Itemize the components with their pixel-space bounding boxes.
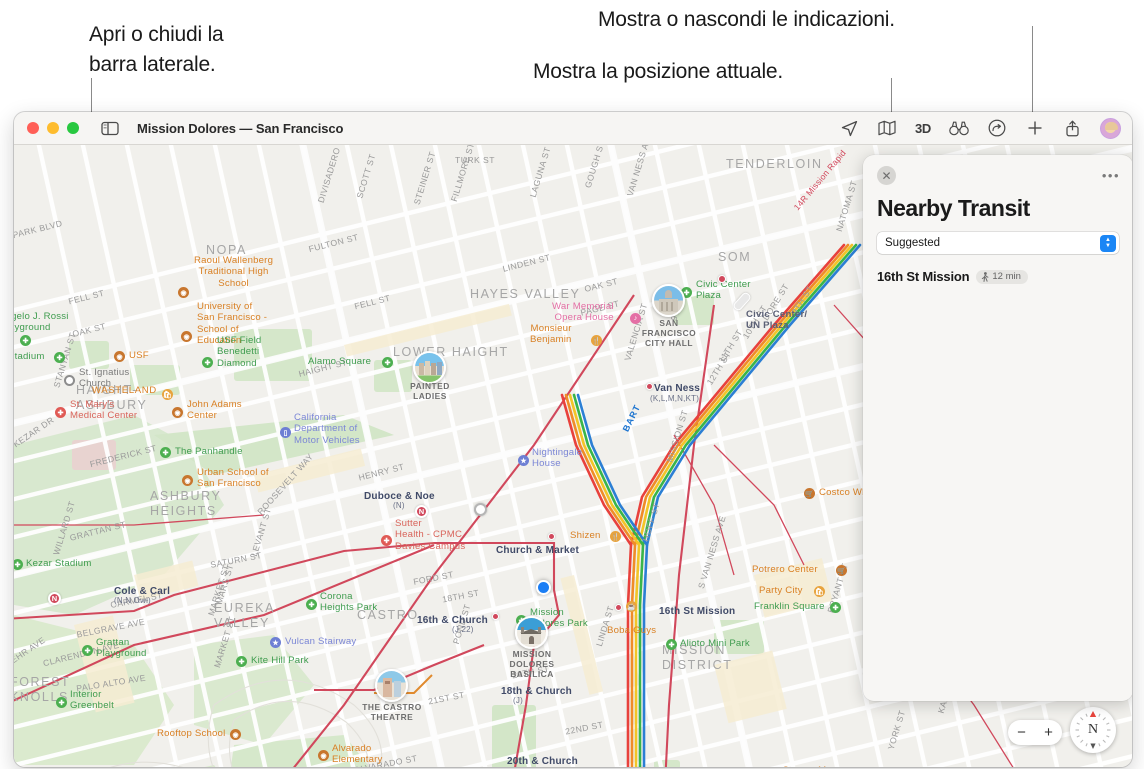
- landmark-icon[interactable]: ★: [270, 637, 281, 648]
- directions-button[interactable]: [986, 118, 1007, 139]
- restaurant-icon[interactable]: 🍴: [591, 335, 602, 346]
- callout-current-location: Mostra la posizione attuale.: [533, 60, 784, 83]
- theater-icon[interactable]: ♪: [630, 313, 641, 324]
- compass-north-needle: [1089, 711, 1097, 717]
- cafe-icon[interactable]: ☕: [626, 601, 637, 612]
- park-icon[interactable]: ✚: [20, 335, 31, 346]
- painted-ladies-icon[interactable]: [413, 351, 446, 384]
- transit-stop-marker[interactable]: [718, 275, 726, 283]
- park-icon[interactable]: ✚: [56, 697, 67, 708]
- park-icon[interactable]: ✚: [382, 357, 393, 368]
- transit-group-header: 16th St Mission 12 min: [877, 269, 1132, 284]
- account-avatar[interactable]: [1100, 117, 1121, 139]
- maps-window: Mission Dolores — San Francisco 3D TENDE…: [14, 112, 1132, 767]
- callout-leader-directions: [1032, 26, 1033, 122]
- park-icon[interactable]: ✚: [236, 656, 247, 667]
- zoom-in-button[interactable]: +: [1044, 724, 1053, 741]
- school-icon[interactable]: ◉: [230, 729, 241, 740]
- basilica-icon[interactable]: [515, 616, 548, 649]
- school-icon[interactable]: ◉: [318, 750, 329, 761]
- callout-directions: Mostra o nascondi le indicazioni.: [598, 8, 895, 31]
- government-icon[interactable]: ▯: [280, 427, 291, 438]
- church-icon[interactable]: [64, 375, 75, 386]
- city-hall-icon[interactable]: [652, 284, 685, 317]
- park-icon[interactable]: ✚: [54, 352, 65, 363]
- panel-header: ✕ •••: [863, 155, 1132, 193]
- current-location-dot: [536, 580, 551, 595]
- more-options-button[interactable]: •••: [1102, 168, 1120, 183]
- chevron-updown-icon[interactable]: ▲ ▼: [1100, 234, 1116, 252]
- park-icon[interactable]: ✚: [160, 447, 171, 458]
- close-window-button[interactable]: [27, 122, 39, 134]
- school-icon[interactable]: ◉: [182, 475, 193, 486]
- castro-theatre-icon[interactable]: [375, 669, 408, 702]
- panel-title: Nearby Transit: [877, 195, 1030, 221]
- window-titlebar: Mission Dolores — San Francisco 3D: [14, 112, 1132, 145]
- share-button[interactable]: [1062, 118, 1083, 139]
- walk-time-badge: 12 min: [976, 269, 1028, 284]
- park-icon[interactable]: ✚: [830, 602, 841, 613]
- landmark-icon[interactable]: ★: [518, 455, 529, 466]
- traffic-lights: [27, 122, 79, 134]
- school-icon[interactable]: ◉: [181, 331, 192, 342]
- school-icon[interactable]: ◉: [172, 407, 183, 418]
- school-icon[interactable]: ◉: [114, 351, 125, 362]
- transit-stop-marker[interactable]: N: [48, 592, 61, 605]
- shop-icon[interactable]: 🛒: [804, 488, 815, 499]
- sidebar-toggle[interactable]: [101, 121, 119, 136]
- transit-groups: 16th St Mission 12 min: [863, 269, 1132, 284]
- transit-stop-marker[interactable]: [548, 533, 555, 540]
- zoom-window-button[interactable]: [67, 122, 79, 134]
- walk-time-text: 12 min: [992, 271, 1021, 282]
- minimize-window-button[interactable]: [47, 122, 59, 134]
- hospital-icon[interactable]: ✚: [55, 407, 66, 418]
- shop-icon[interactable]: 🛍: [814, 586, 825, 597]
- restaurant-icon[interactable]: 🍴: [610, 531, 621, 542]
- transit-station-name: 16th St Mission: [877, 269, 970, 284]
- transit-filter-select[interactable]: Suggested ▲ ▼: [877, 232, 1119, 254]
- school-icon[interactable]: ◉: [178, 287, 189, 298]
- zoom-out-button[interactable]: −: [1017, 724, 1026, 741]
- transit-stop-marker[interactable]: N: [415, 505, 428, 518]
- add-button[interactable]: [1024, 118, 1045, 139]
- walking-person-icon: [982, 271, 989, 282]
- transit-stop-marker[interactable]: [474, 503, 487, 516]
- shop-icon[interactable]: 🛍: [162, 389, 173, 400]
- window-title: Mission Dolores — San Francisco: [137, 120, 344, 136]
- callout-sidebar: Apri o chiudi la barra laterale.: [89, 23, 224, 76]
- three-d-button[interactable]: 3D: [915, 121, 931, 136]
- transit-filter-value: Suggested: [885, 237, 940, 249]
- toolbar-right: 3D: [839, 117, 1121, 139]
- park-icon[interactable]: ✚: [306, 599, 317, 610]
- binoculars-icon[interactable]: [948, 118, 969, 139]
- close-panel-button[interactable]: ✕: [877, 166, 896, 185]
- nearby-transit-panel: ✕ ••• Nearby Transit Suggested ▲ ▼ 16th S…: [863, 155, 1132, 701]
- shop-icon[interactable]: 🛒: [836, 565, 847, 576]
- current-location-button[interactable]: [839, 118, 860, 139]
- map-mode-button[interactable]: [877, 118, 898, 139]
- transit-stop-marker[interactable]: [615, 604, 622, 611]
- zoom-control[interactable]: − +: [1008, 720, 1062, 745]
- park-icon[interactable]: ✚: [82, 645, 93, 656]
- park-icon[interactable]: ✚: [202, 357, 213, 368]
- compass-control[interactable]: N: [1070, 707, 1116, 753]
- park-icon[interactable]: ✚: [666, 639, 677, 650]
- transit-stop-marker[interactable]: [646, 383, 653, 390]
- hospital-icon[interactable]: ✚: [381, 535, 392, 546]
- transit-stop-marker[interactable]: [492, 613, 499, 620]
